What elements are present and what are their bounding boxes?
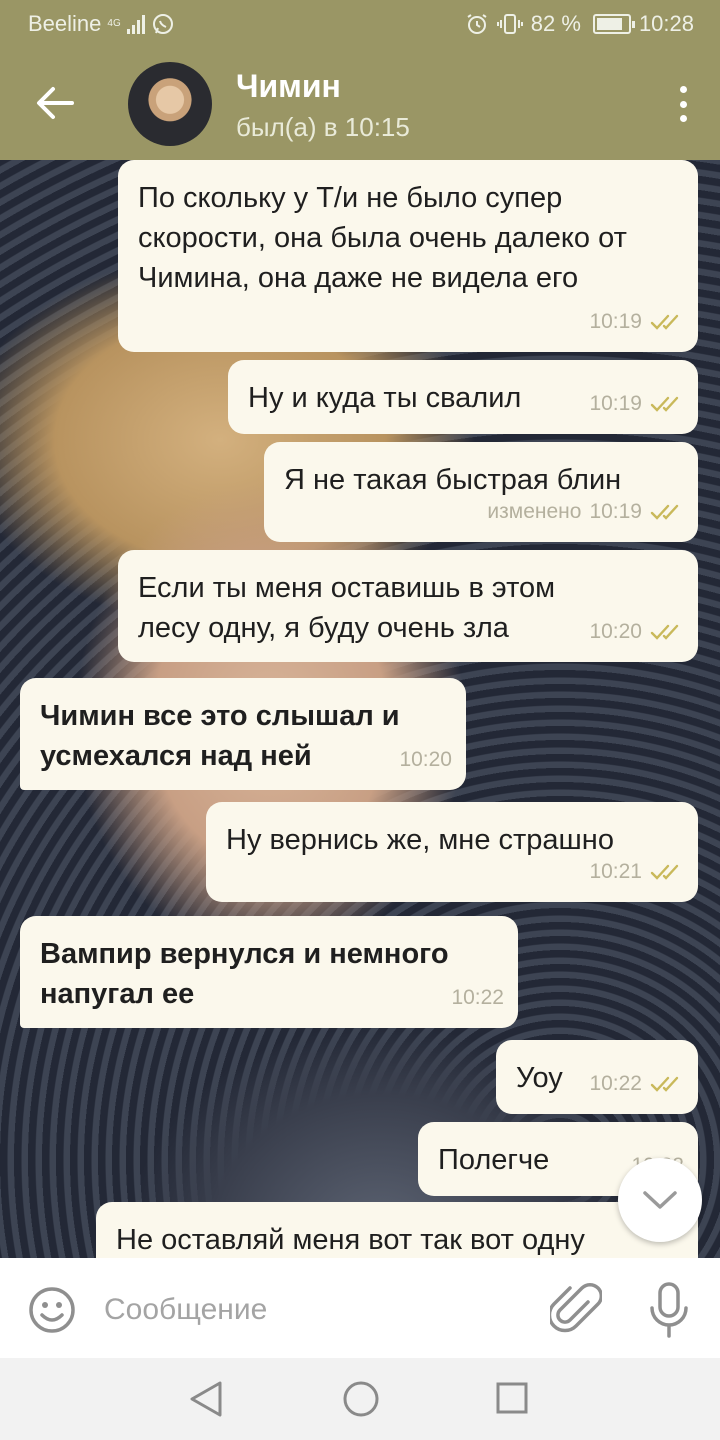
message-bubble-outgoing[interactable]: По скольку у Т/и не было супер скорости,… bbox=[118, 160, 698, 352]
nav-back-icon[interactable] bbox=[188, 1380, 224, 1418]
message-time: 10:20 bbox=[589, 620, 642, 643]
carrier-name: Beeline bbox=[28, 11, 102, 36]
message-bubble-outgoing[interactable]: Я не такая быстрая блин изменено 10:19 bbox=[264, 442, 698, 542]
message-meta: 10:20 bbox=[399, 740, 452, 780]
avatar[interactable] bbox=[128, 62, 212, 146]
message-time: 10:19 bbox=[589, 310, 642, 333]
message-meta: 10:20 bbox=[589, 612, 684, 652]
double-check-icon bbox=[650, 1076, 679, 1092]
arrow-left-icon bbox=[37, 87, 74, 119]
system-nav-bar bbox=[0, 1358, 720, 1440]
message-time: 10:22 bbox=[451, 986, 504, 1009]
whatsapp-icon bbox=[152, 14, 173, 34]
double-check-icon bbox=[650, 314, 679, 330]
message-meta: 10:22 bbox=[451, 978, 504, 1018]
message-bubble-outgoing[interactable]: Если ты меня оставишь в этом лесу одну, … bbox=[118, 550, 698, 662]
message-time: 10:21 bbox=[589, 860, 642, 883]
more-options-button[interactable] bbox=[668, 78, 698, 130]
battery-percent: 82 % bbox=[530, 11, 581, 36]
double-check-icon bbox=[650, 396, 679, 412]
double-check-icon bbox=[650, 624, 679, 640]
menu-dot bbox=[679, 86, 687, 93]
smile-icon[interactable] bbox=[26, 1284, 78, 1336]
double-check-icon bbox=[650, 864, 679, 880]
battery-fill bbox=[596, 18, 622, 30]
edited-label: изменено bbox=[487, 500, 582, 523]
paperclip-icon[interactable] bbox=[550, 1282, 602, 1338]
chevron-down-icon bbox=[643, 1191, 677, 1209]
message-bubble-outgoing[interactable]: Уоу 10:22 bbox=[496, 1040, 698, 1114]
message-time: 10:20 bbox=[399, 748, 452, 771]
vibrate-icon bbox=[496, 14, 523, 34]
battery-icon bbox=[592, 14, 635, 34]
menu-dot bbox=[679, 100, 687, 108]
contact-name[interactable]: Чимин bbox=[236, 68, 341, 105]
message-bubble-outgoing[interactable]: Ну и куда ты свалил 10:19 bbox=[228, 360, 698, 434]
message-input[interactable] bbox=[104, 1288, 524, 1332]
message-meta: 10:21 bbox=[589, 852, 684, 892]
message-time: 10:19 bbox=[589, 392, 642, 415]
status-right: 82 % 10:28 bbox=[465, 11, 694, 37]
double-check-icon bbox=[650, 504, 679, 520]
last-seen-status: был(а) в 10:15 bbox=[236, 112, 410, 142]
message-text: По скольку у Т/и не было супер скорости,… bbox=[138, 182, 627, 294]
message-meta: 10:19 bbox=[589, 384, 684, 424]
message-text: Если ты меня оставишь в этом лесу одну, … bbox=[138, 572, 556, 644]
message-bubble-outgoing[interactable]: Ну вернись же, мне страшно 10:21 bbox=[206, 802, 698, 902]
chat-header: Чимин был(а) в 10:15 bbox=[0, 48, 720, 160]
message-text: Не оставляй меня вот так вот одну bbox=[116, 1224, 585, 1256]
nav-home-icon[interactable] bbox=[342, 1380, 380, 1418]
message-time: 10:19 bbox=[589, 500, 642, 523]
microphone-icon[interactable] bbox=[644, 1280, 694, 1340]
signal-icon bbox=[126, 14, 145, 34]
message-bubble-outgoing[interactable]: Не оставляй меня вот так вот одну bbox=[96, 1202, 698, 1258]
message-text: Чимин все это слышал и усмехался над ней bbox=[40, 700, 400, 772]
chat-area[interactable]: По скольку у Т/и не было супер скорости,… bbox=[0, 160, 720, 1258]
message-time: 10:22 bbox=[589, 1072, 642, 1095]
message-text: Вампир вернулся и немного напугал ее bbox=[40, 938, 449, 1010]
alarm-icon bbox=[467, 14, 487, 34]
message-composer bbox=[0, 1258, 720, 1358]
network-type: 4G bbox=[107, 18, 121, 29]
message-bubble-incoming[interactable]: Чимин все это слышал и усмехался над ней… bbox=[20, 678, 466, 790]
message-meta: изменено 10:19 bbox=[487, 492, 684, 532]
back-button[interactable] bbox=[20, 68, 90, 138]
scroll-down-button[interactable] bbox=[618, 1158, 702, 1242]
message-meta: 10:19 bbox=[589, 302, 684, 342]
message-meta: 10:22 bbox=[589, 1064, 684, 1104]
clock: 10:28 bbox=[638, 11, 694, 36]
nav-recents-icon[interactable] bbox=[496, 1382, 528, 1414]
message-bubble-incoming[interactable]: Вампир вернулся и немного напугал ее 10:… bbox=[20, 916, 518, 1028]
menu-dot bbox=[679, 115, 687, 122]
status-left: Beeline 4G bbox=[28, 11, 175, 37]
status-bar: Beeline 4G 82 % 10:28 bbox=[0, 0, 720, 48]
